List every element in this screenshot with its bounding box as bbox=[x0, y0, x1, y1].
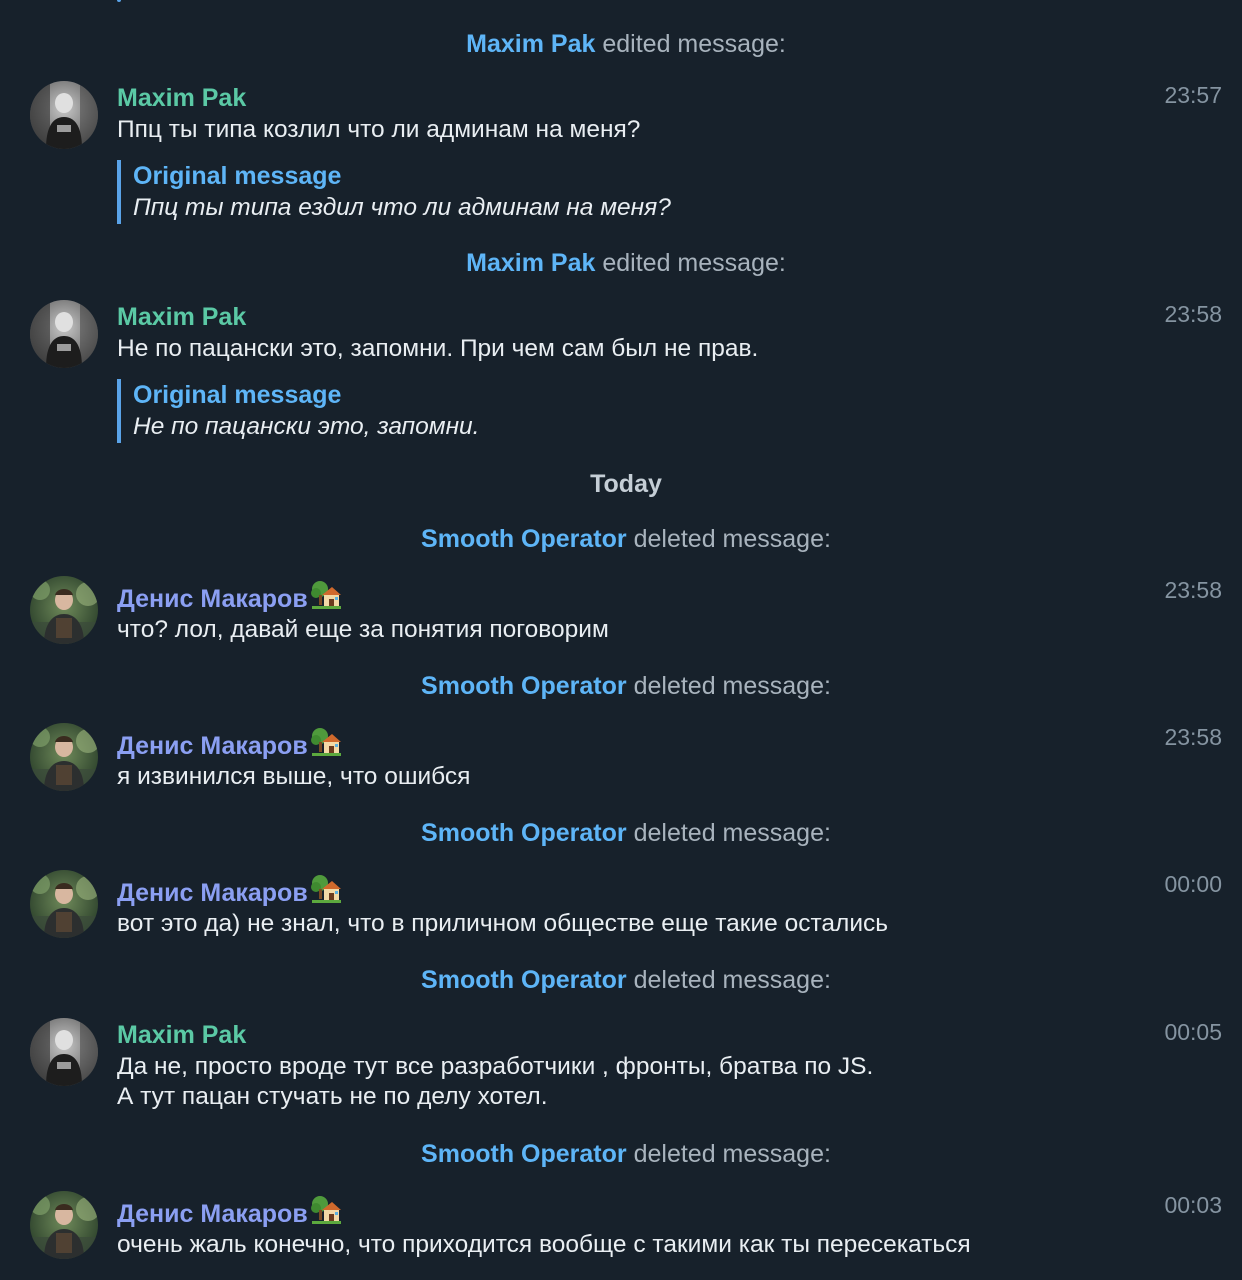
message-time: 23:58 bbox=[1164, 301, 1222, 327]
message-time: 23:58 bbox=[1164, 577, 1222, 603]
quote-bar-fragment bbox=[117, 0, 121, 2]
message-text: очень жаль конечно, что приходится вообщ… bbox=[117, 1231, 971, 1258]
avatar-maxim[interactable] bbox=[30, 81, 98, 149]
sender-name[interactable]: Денис Макаров bbox=[117, 1194, 342, 1234]
service-action: deleted message: bbox=[633, 1140, 831, 1168]
quote-title: Original message bbox=[133, 381, 342, 409]
message-time: 23:58 bbox=[1164, 724, 1222, 750]
message-text: я извинился выше, что ошибся bbox=[117, 763, 471, 790]
message-text-line: А тут пацан стучать не по делу хотел. bbox=[117, 1083, 548, 1110]
service-actor[interactable]: Smooth Operator bbox=[421, 819, 627, 847]
original-message-quote[interactable]: Original message Не по пацански это, зап… bbox=[117, 379, 933, 443]
service-action: deleted message: bbox=[633, 525, 831, 553]
avatar-denis[interactable] bbox=[30, 576, 98, 644]
message-text: Ппц ты типа козлил что ли админам на мен… bbox=[117, 116, 641, 143]
service-actor[interactable]: Maxim Pak bbox=[466, 30, 595, 58]
service-actor[interactable]: Smooth Operator bbox=[421, 525, 627, 553]
sender-name[interactable]: Maxim Pak bbox=[117, 301, 246, 333]
service-action: deleted message: bbox=[633, 966, 831, 994]
service-actor[interactable]: Smooth Operator bbox=[421, 966, 627, 994]
avatar-maxim[interactable] bbox=[30, 1018, 98, 1086]
avatar-maxim[interactable] bbox=[30, 300, 98, 368]
sender-name[interactable]: Денис Макаров bbox=[117, 873, 342, 913]
sender-name[interactable]: Maxim Pak bbox=[117, 1019, 246, 1051]
quote-text: Ппц ты типа ездил что ли админам на меня… bbox=[133, 194, 671, 221]
message-time: 00:03 bbox=[1164, 1192, 1222, 1218]
sender-name-text: Денис Макаров bbox=[117, 585, 308, 613]
service-actor[interactable]: Maxim Pak bbox=[466, 249, 595, 277]
service-message: Smooth Operator deleted message: bbox=[0, 671, 1242, 701]
sender-name[interactable]: Maxim Pak bbox=[117, 82, 246, 114]
quote-text: Не по пацански это, запомни. bbox=[133, 413, 480, 440]
service-message: Maxim Pak edited message: bbox=[0, 29, 1242, 59]
service-message: Smooth Operator deleted message: bbox=[0, 524, 1242, 554]
service-actor[interactable]: Smooth Operator bbox=[421, 672, 627, 700]
service-action: deleted message: bbox=[633, 819, 831, 847]
service-action: deleted message: bbox=[633, 672, 831, 700]
sender-name[interactable]: Денис Макаров bbox=[117, 579, 342, 619]
service-actor[interactable]: Smooth Operator bbox=[421, 1140, 627, 1168]
quote-title: Original message bbox=[133, 162, 342, 190]
message-text: вот это да) не знал, что в приличном общ… bbox=[117, 910, 889, 937]
sender-name[interactable]: Денис Макаров bbox=[117, 726, 342, 766]
date-separator: Today bbox=[590, 470, 662, 498]
service-action: edited message: bbox=[602, 30, 786, 58]
message-text: что? лол, давай еще за понятия поговорим bbox=[117, 616, 609, 643]
service-action: edited message: bbox=[602, 249, 786, 277]
house-with-garden-icon bbox=[310, 1194, 342, 1234]
message-text-line: Да не, просто вроде тут все разработчики… bbox=[117, 1053, 874, 1080]
house-with-garden-icon bbox=[310, 579, 342, 619]
message-text: Не по пацански это, запомни. При чем сам… bbox=[117, 335, 759, 362]
service-message: Maxim Pak edited message: bbox=[0, 248, 1242, 278]
house-with-garden-icon bbox=[310, 726, 342, 766]
avatar-denis[interactable] bbox=[30, 723, 98, 791]
original-message-quote[interactable]: Original message Ппц ты типа ездил что л… bbox=[117, 160, 933, 224]
house-with-garden-icon bbox=[310, 873, 342, 913]
message-time: 23:57 bbox=[1164, 82, 1222, 108]
avatar-denis[interactable] bbox=[30, 870, 98, 938]
message-time: 00:05 bbox=[1164, 1019, 1222, 1045]
service-message: Smooth Operator deleted message: bbox=[0, 818, 1242, 848]
service-message: Smooth Operator deleted message: bbox=[0, 965, 1242, 995]
service-message: Smooth Operator deleted message: bbox=[0, 1139, 1242, 1169]
message-time: 00:00 bbox=[1164, 871, 1222, 897]
sender-name-text: Денис Макаров bbox=[117, 1200, 308, 1228]
avatar-denis[interactable] bbox=[30, 1191, 98, 1259]
sender-name-text: Денис Макаров bbox=[117, 732, 308, 760]
admin-log: Maxim Pak edited message: Maxim Pak 23:5… bbox=[0, 0, 1242, 1280]
sender-name-text: Денис Макаров bbox=[117, 879, 308, 907]
